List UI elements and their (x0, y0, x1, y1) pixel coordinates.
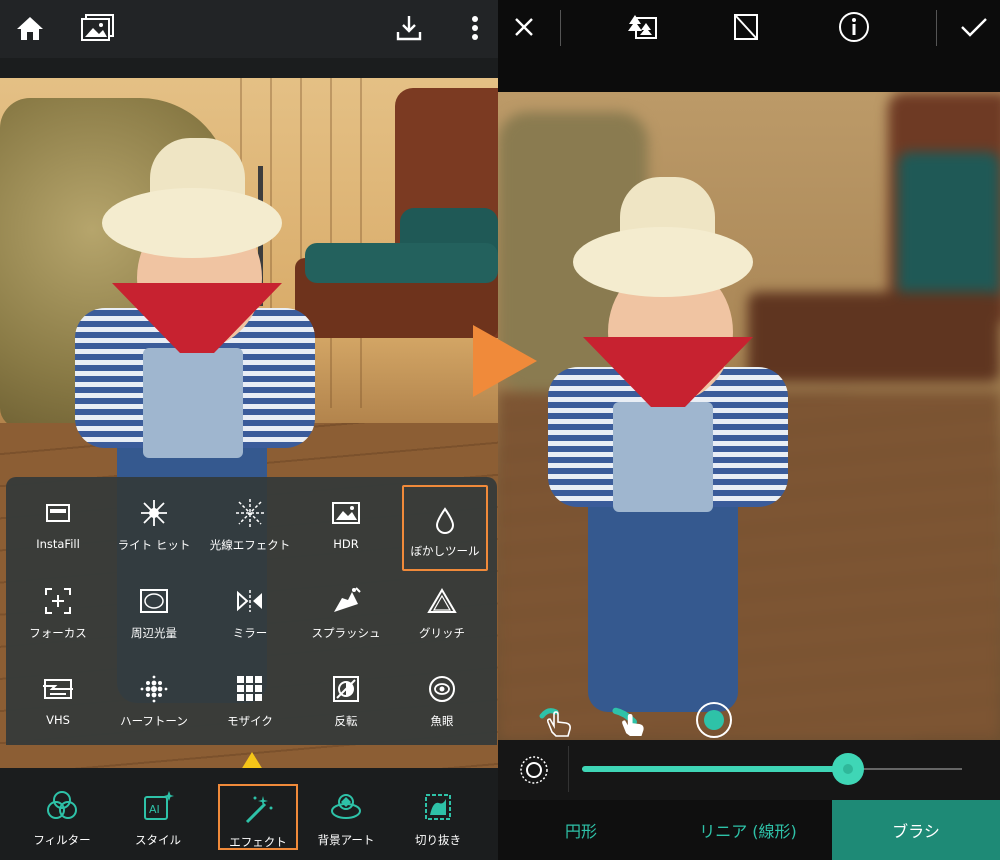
effect-hdr[interactable]: HDR (301, 487, 391, 567)
hdr-icon (326, 493, 366, 533)
light-hit-icon (134, 493, 174, 533)
vhs-icon (38, 669, 78, 709)
effect-halftone[interactable]: ハーフトーン (109, 663, 199, 743)
blurred-photo-preview (498, 92, 1000, 740)
check-icon[interactable] (954, 8, 994, 46)
left-screen: InstaFill ライト ヒット 光線エフェクト HDR ぼかしツール フォー… (0, 0, 498, 860)
brush-add-hand-icon[interactable] (538, 700, 578, 740)
cutout-icon (420, 788, 456, 824)
effect-vignette[interactable]: 周辺光量 (109, 575, 199, 655)
mirror-icon (230, 581, 270, 621)
top-toolbar (0, 0, 498, 58)
blur-radius-icon (518, 754, 550, 786)
background-art-icon (328, 788, 364, 824)
halftone-icon (134, 669, 174, 709)
fisheye-icon (422, 669, 462, 709)
effect-light-hit[interactable]: ライト ヒット (109, 487, 199, 567)
effect-glitch[interactable]: グリッチ (397, 575, 487, 655)
home-icon[interactable] (10, 10, 50, 46)
blur-toolbar (498, 0, 1000, 54)
filter-icon (44, 788, 80, 824)
transition-arrow (473, 325, 537, 397)
close-icon[interactable] (504, 8, 544, 46)
bottom-tab-bar: フィルター AI スタイル エフェクト 背景アート 切り抜き (0, 768, 498, 860)
tab-cutout[interactable]: 切り抜き (398, 782, 478, 852)
blur-mode-tabs: 円形 リニア (線形) ブラシ (498, 800, 1000, 860)
info-icon[interactable] (834, 8, 874, 46)
effect-blur-tool[interactable]: ぼかしツール (402, 485, 488, 571)
more-icon[interactable] (455, 10, 495, 46)
slider-thumb[interactable] (832, 753, 864, 785)
effect-fisheye[interactable]: 魚眼 (397, 663, 487, 743)
effect-instafill[interactable]: InstaFill (13, 487, 103, 567)
brush-size-icon[interactable] (694, 700, 734, 740)
effect-light-rays[interactable]: 光線エフェクト (205, 487, 295, 567)
invert-icon (326, 669, 366, 709)
splash-icon (326, 581, 366, 621)
tab-style[interactable]: AI スタイル (118, 782, 198, 852)
mode-linear[interactable]: リニア (線形) (664, 800, 832, 860)
instafill-icon (38, 493, 78, 533)
right-screen: 円形 リニア (線形) ブラシ (498, 0, 1000, 860)
ai-style-icon: AI (140, 788, 176, 824)
tab-filter[interactable]: フィルター (22, 782, 102, 852)
effect-focus[interactable]: フォーカス (13, 575, 103, 655)
vignette-icon (134, 581, 174, 621)
mode-circle[interactable]: 円形 (498, 800, 664, 860)
mode-brush[interactable]: ブラシ (832, 800, 1000, 860)
light-rays-icon (230, 493, 270, 533)
glitch-icon (422, 581, 462, 621)
effect-mirror[interactable]: ミラー (205, 575, 295, 655)
tab-background-art[interactable]: 背景アート (306, 782, 386, 852)
effect-wand-icon (240, 792, 276, 826)
svg-text:AI: AI (149, 803, 160, 816)
effect-invert[interactable]: 反転 (301, 663, 391, 743)
blur-tool-icon (425, 501, 465, 541)
tree-swap-icon[interactable] (622, 8, 662, 46)
tab-effect[interactable]: エフェクト (218, 784, 298, 850)
gallery-icon[interactable] (78, 10, 118, 46)
effect-mosaic[interactable]: モザイク (205, 663, 295, 743)
blur-strength-slider[interactable] (498, 740, 1000, 800)
slider-fill (582, 766, 848, 772)
focus-icon (38, 581, 78, 621)
download-icon[interactable] (389, 10, 429, 46)
brush-tool-row (498, 700, 1000, 740)
effect-vhs[interactable]: VHS (13, 663, 103, 743)
effect-splash[interactable]: スプラッシュ (301, 575, 391, 655)
brush-erase-hand-icon[interactable] (612, 700, 652, 740)
effects-menu: InstaFill ライト ヒット 光線エフェクト HDR ぼかしツール フォー… (6, 477, 497, 745)
eraser-icon[interactable] (726, 8, 766, 46)
mosaic-icon (230, 669, 270, 709)
